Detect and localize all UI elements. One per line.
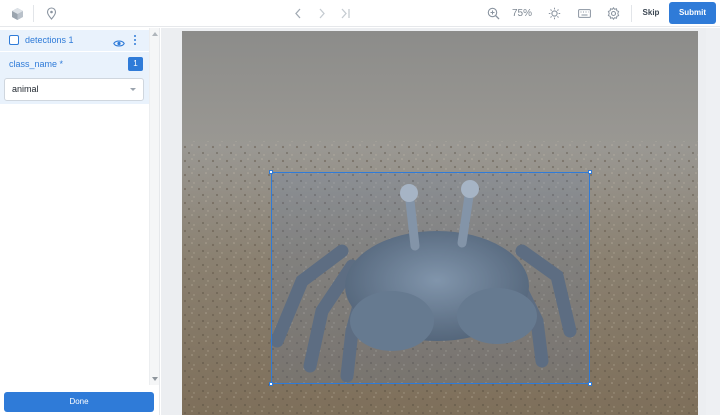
caret-down-icon	[130, 88, 136, 91]
skip-to-end-icon[interactable]	[337, 0, 353, 27]
toolbar-divider	[33, 5, 34, 22]
scroll-up-icon[interactable]	[152, 32, 158, 36]
skip-button[interactable]: Skip	[636, 3, 666, 23]
app-logo-icon[interactable]	[8, 0, 26, 27]
bbox-handle-bottom-left[interactable]	[269, 382, 273, 386]
brightness-icon[interactable]	[546, 0, 562, 27]
chevron-right-icon[interactable]	[314, 0, 330, 27]
annotation-panel: detections 1 class_name * 1 animal Done	[0, 28, 160, 415]
more-options-icon[interactable]	[132, 34, 138, 46]
panel-scrollbar[interactable]	[149, 28, 159, 385]
detections-header[interactable]: detections 1	[0, 30, 149, 51]
class-select-value: animal	[12, 84, 39, 94]
bbox-handle-bottom-right[interactable]	[588, 382, 592, 386]
image-canvas[interactable]	[161, 28, 720, 415]
location-pin-icon[interactable]	[42, 0, 60, 27]
bbox-handle-top-right[interactable]	[588, 170, 592, 174]
crab-photo	[182, 31, 698, 415]
top-toolbar: 75% Skip Submit	[0, 0, 720, 27]
toolbar-divider	[631, 5, 632, 22]
detections-checkbox[interactable]	[9, 35, 19, 45]
chevron-left-icon[interactable]	[290, 0, 306, 27]
attribute-row: class_name * 1	[0, 52, 149, 76]
attribute-label: class_name *	[9, 59, 64, 69]
zoom-in-icon[interactable]	[485, 0, 501, 27]
zoom-level: 75%	[511, 8, 532, 19]
done-button[interactable]: Done	[4, 392, 154, 412]
scroll-down-icon[interactable]	[152, 377, 158, 381]
bbox-handle-top-left[interactable]	[269, 170, 273, 174]
bounding-box[interactable]	[269, 170, 592, 386]
class-select[interactable]: animal	[4, 78, 144, 101]
submit-button[interactable]: Submit	[669, 2, 716, 24]
settings-icon[interactable]	[605, 0, 621, 27]
canvas-scrollbar[interactable]	[706, 28, 720, 415]
class-select-container: animal	[0, 76, 149, 104]
attribute-badge: 1	[128, 57, 143, 71]
eye-icon[interactable]	[113, 35, 125, 53]
keyboard-icon[interactable]	[576, 0, 592, 27]
detections-label: detections 1	[25, 35, 74, 45]
